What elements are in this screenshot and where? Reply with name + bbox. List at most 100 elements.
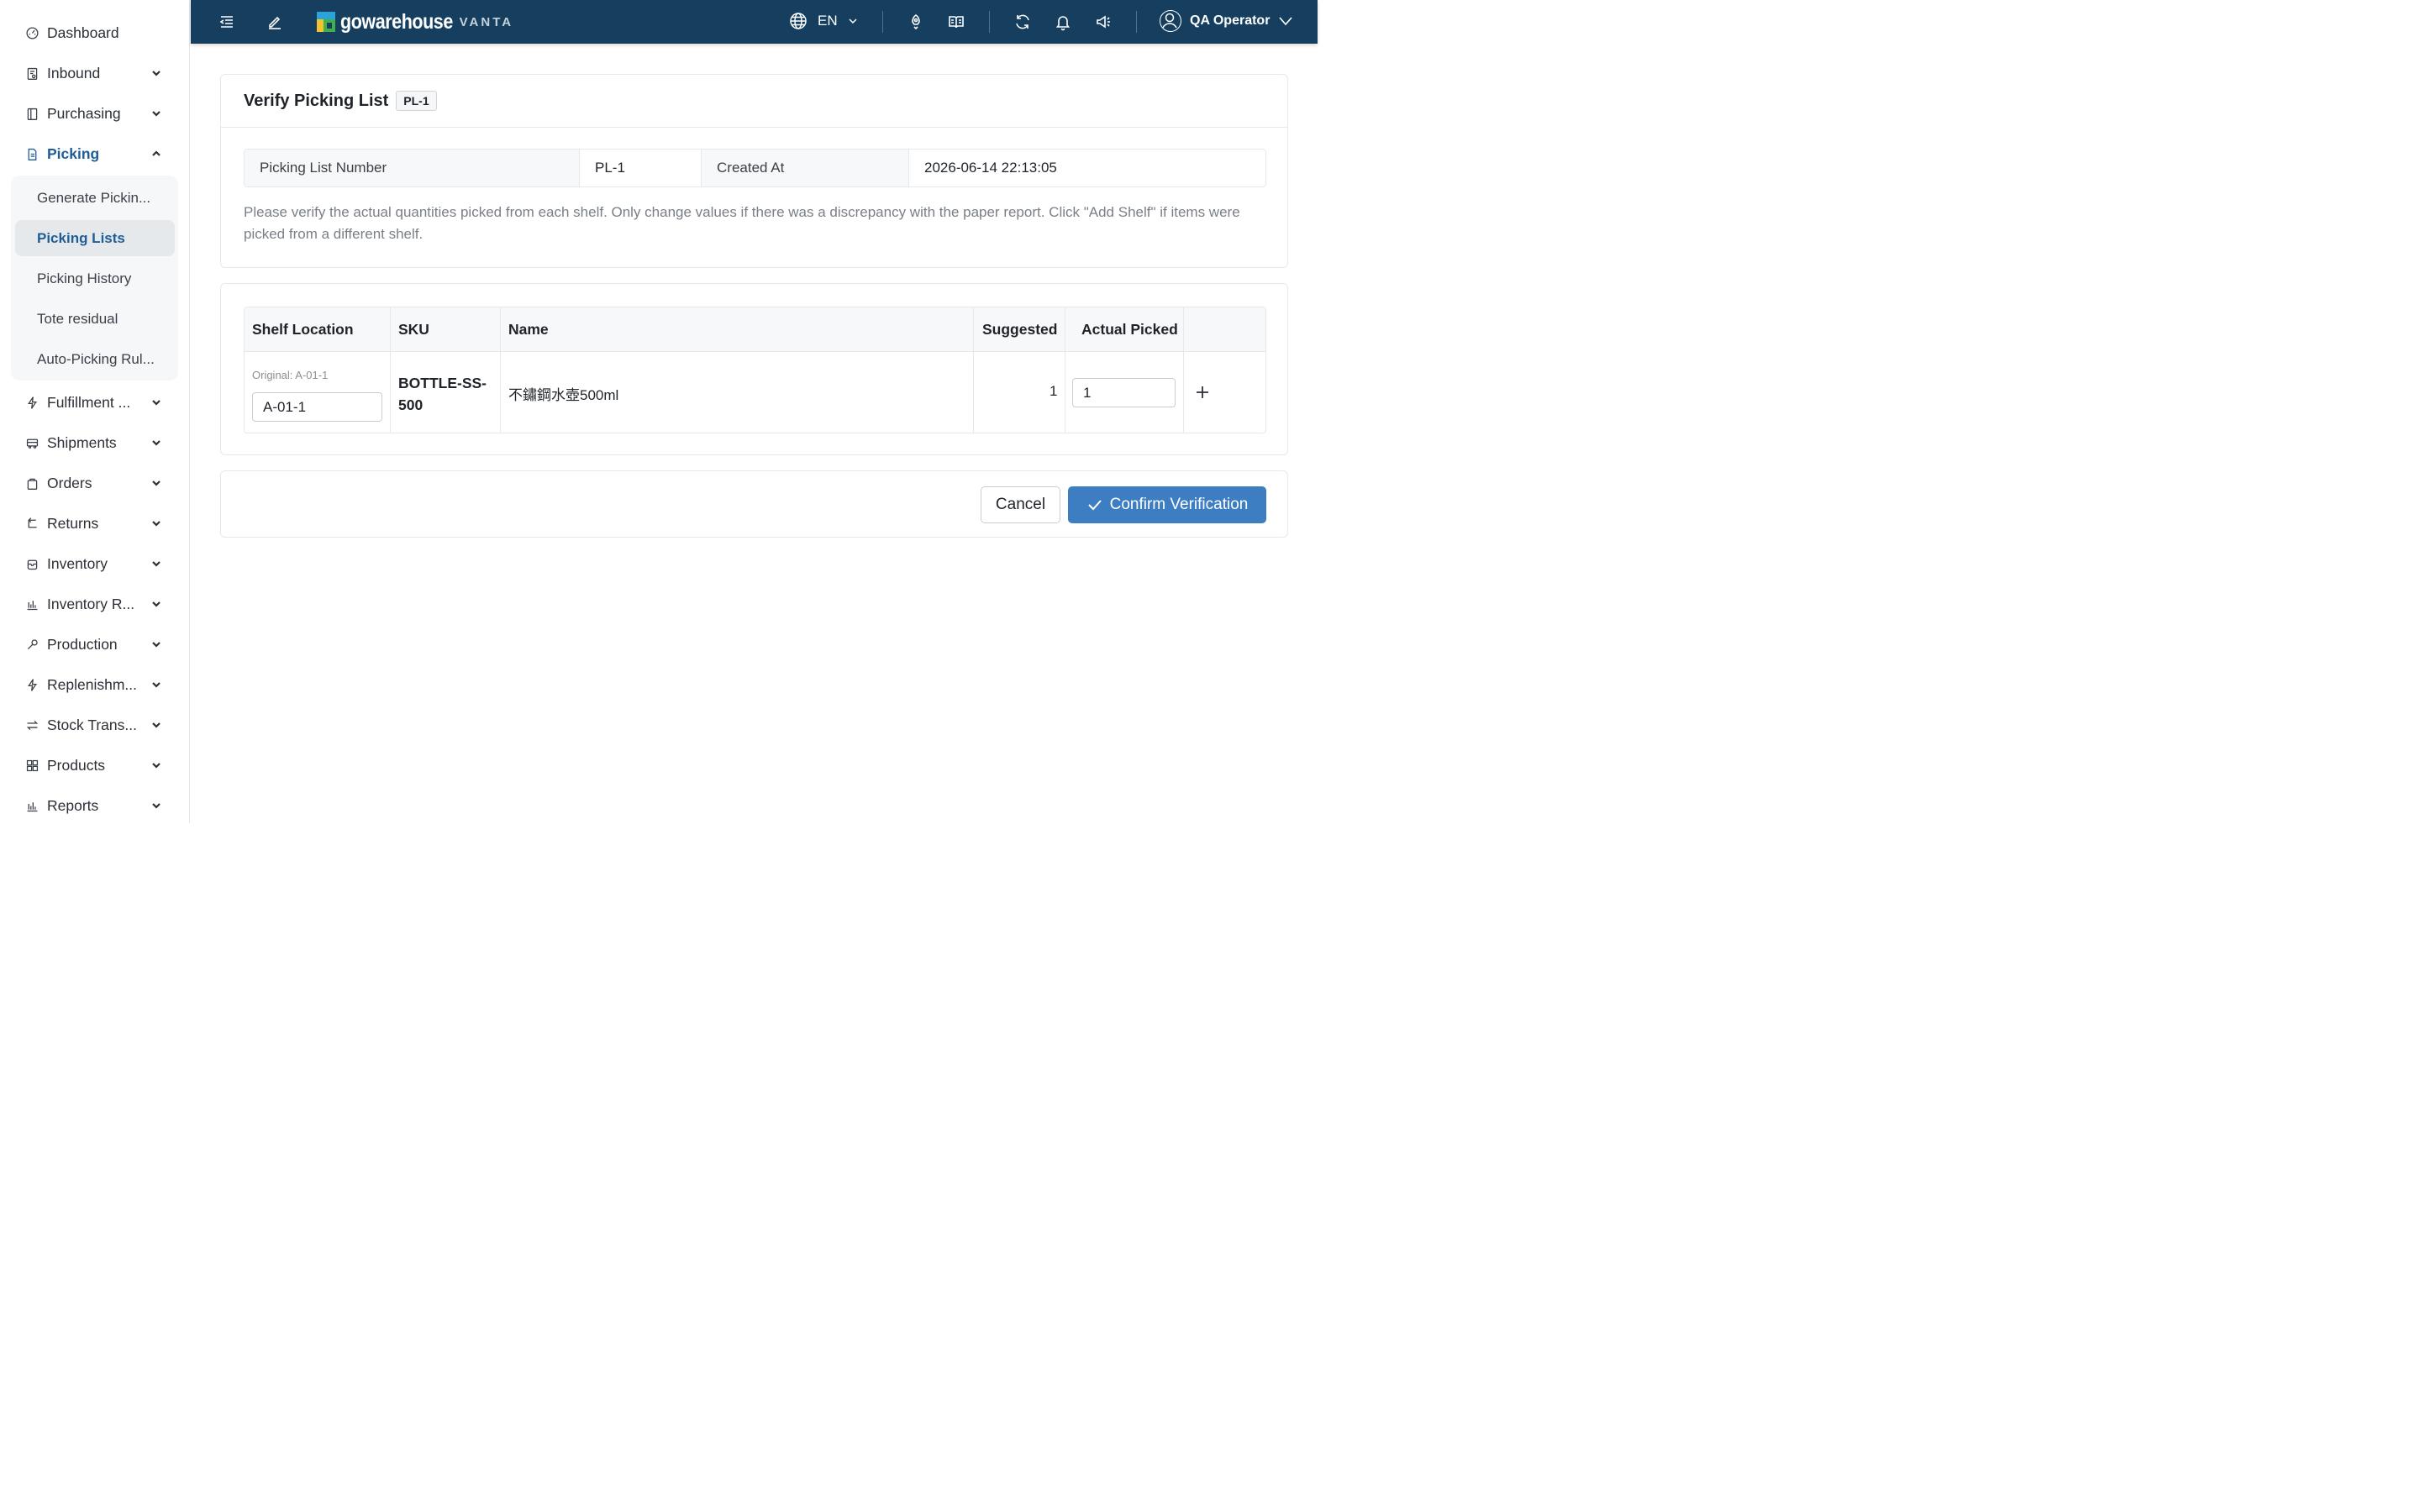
bag-icon — [24, 475, 40, 491]
sidebar-item-dashboard[interactable]: Dashboard — [15, 16, 175, 50]
submenu-item-picking-history[interactable]: Picking History — [15, 260, 175, 297]
sidebar-item-products[interactable]: Products — [15, 748, 175, 782]
logo-text: gowarehouse — [340, 9, 453, 34]
sidebar-item-label: Orders — [47, 474, 92, 491]
language-label: EN — [818, 13, 838, 29]
divider — [882, 11, 883, 33]
column-header-actual: Actual Picked — [1081, 321, 1178, 338]
original-shelf-note: Original: A-01-1 — [252, 369, 329, 381]
confirm-verification-button[interactable]: Confirm Verification — [1068, 486, 1266, 523]
picking-list-number-value: PL-1 — [580, 150, 702, 186]
edit-icon[interactable] — [263, 10, 287, 34]
chevron-down-icon — [150, 476, 163, 490]
chevron-down-icon — [150, 107, 163, 120]
submenu-item-picking-lists[interactable]: Picking Lists — [15, 220, 175, 256]
column-divider — [500, 307, 501, 433]
chevron-down-icon — [150, 759, 163, 772]
bell-icon[interactable] — [1051, 10, 1075, 34]
submenu-item-generate-picking[interactable]: Generate Pickin... — [15, 180, 175, 216]
chevron-down-icon — [150, 597, 163, 611]
verification-notice: Please verify the actual quantities pick… — [244, 204, 1240, 242]
sidebar-item-stock-transfer[interactable]: Stock Trans... — [15, 708, 175, 742]
sidebar-item-label: Inventory — [47, 554, 108, 572]
box-icon — [24, 555, 40, 572]
sidebar-item-label: Inbound — [47, 64, 101, 81]
inbound-icon — [24, 65, 40, 81]
logo-subtext: VANTA — [459, 14, 514, 29]
column-header-sku: SKU — [398, 321, 429, 338]
sidebar-item-purchasing[interactable]: Purchasing — [15, 97, 175, 130]
wrench-icon — [24, 636, 40, 653]
picking-list-number-label: Picking List Number — [245, 150, 580, 186]
submenu-item-tote-residual[interactable]: Tote residual — [15, 301, 175, 337]
chevron-down-icon — [150, 678, 163, 691]
sidebar-item-fulfillment[interactable]: Fulfillment ... — [15, 386, 175, 419]
sidebar-item-returns[interactable]: Returns — [15, 507, 175, 540]
avatar-icon — [1160, 10, 1181, 32]
app-logo[interactable]: gowarehouse VANTA — [317, 10, 513, 34]
sidebar-item-inbound[interactable]: Inbound — [15, 56, 175, 90]
menu-collapse-icon[interactable] — [215, 10, 239, 34]
sidebar-item-label: Products — [47, 756, 106, 774]
user-name: QA Operator — [1190, 13, 1270, 28]
top-navbar: gowarehouse VANTA EN QA Operator — [191, 0, 1318, 44]
picking-list-tag: PL-1 — [396, 91, 437, 111]
lightning-icon — [24, 394, 40, 411]
book-icon[interactable] — [944, 10, 968, 34]
sku-cell: BOTTLE-SS- 500 — [398, 372, 487, 416]
column-header-name: Name — [508, 321, 549, 338]
grid-icon — [24, 757, 40, 774]
column-divider — [973, 307, 974, 433]
return-icon — [24, 515, 40, 532]
logo-mark-icon — [317, 12, 335, 32]
megaphone-icon[interactable] — [1092, 10, 1115, 34]
sidebar-item-label: Fulfillment ... — [47, 393, 131, 411]
sidebar-item-replenishment[interactable]: Replenishm... — [15, 668, 175, 701]
sidebar-item-label: Production — [47, 635, 118, 653]
sidebar-item-production[interactable]: Production — [15, 627, 175, 661]
sidebar-item-label: Returns — [47, 514, 99, 532]
rocket-icon[interactable] — [904, 10, 928, 34]
sidebar-item-picking[interactable]: Picking — [15, 137, 175, 171]
product-name-cell: 不鏽鋼水壺500ml — [508, 387, 619, 403]
actual-picked-input[interactable]: 1 — [1072, 378, 1176, 407]
check-icon — [1087, 500, 1102, 511]
sidebar: Dashboard Inbound Purchasing Picking Gen… — [0, 0, 190, 823]
sidebar-item-inventory-reports[interactable]: Inventory R... — [15, 587, 175, 621]
purchasing-icon — [24, 105, 40, 122]
cancel-button[interactable]: Cancel — [981, 486, 1060, 523]
chevron-down-icon — [150, 396, 163, 409]
chevron-down-icon — [150, 718, 163, 732]
user-menu[interactable]: QA Operator — [1160, 10, 1293, 32]
column-divider — [1183, 307, 1184, 433]
add-shelf-plus-icon[interactable] — [1192, 382, 1213, 402]
info-table: Picking List Number PL-1 Created At 2026… — [244, 149, 1266, 187]
created-at-label: Created At — [702, 150, 909, 186]
picking-list-info-card: Verify Picking List PL-1 Picking List Nu… — [220, 74, 1288, 268]
sku-line: BOTTLE-SS- — [398, 375, 487, 391]
sidebar-item-label: Dashboard — [47, 24, 119, 41]
sidebar-item-label: Inventory R... — [47, 595, 135, 612]
sidebar-item-inventory[interactable]: Inventory — [15, 547, 175, 580]
picking-submenu: Generate Pickin... Picking Lists Picking… — [11, 176, 178, 381]
sidebar-item-shipments[interactable]: Shipments — [15, 426, 175, 459]
submenu-item-auto-picking-rules[interactable]: Auto-Picking Rul... — [15, 341, 175, 377]
bar-chart-icon — [24, 596, 40, 612]
truck-icon — [24, 434, 40, 451]
refresh-icon[interactable] — [1011, 10, 1034, 34]
chevron-down-icon — [150, 517, 163, 530]
sidebar-item-label: Replenishm... — [47, 675, 137, 693]
shelf-location-input[interactable]: A-01-1 — [252, 392, 382, 422]
picking-icon — [24, 145, 40, 162]
divider — [1136, 11, 1137, 33]
bar-chart-icon — [24, 797, 40, 814]
chevron-up-icon — [150, 147, 163, 160]
picking-items-table: Shelf Location SKU Name Suggested Actual… — [244, 307, 1266, 433]
language-selector[interactable]: EN — [789, 12, 858, 30]
chevron-down-icon — [1278, 13, 1293, 29]
page-title: Verify Picking List — [244, 91, 389, 110]
divider — [989, 11, 990, 33]
sidebar-item-label: Reports — [47, 796, 99, 814]
sidebar-item-orders[interactable]: Orders — [15, 466, 175, 500]
sidebar-item-reports[interactable]: Reports — [15, 789, 175, 822]
